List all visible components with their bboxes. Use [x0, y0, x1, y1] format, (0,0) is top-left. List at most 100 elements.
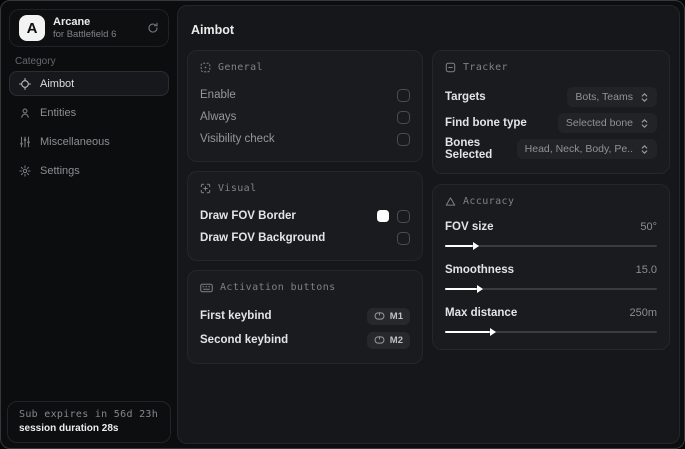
- max-distance-slider[interactable]: [445, 327, 657, 336]
- card-accuracy: Accuracy FOV size 50° Smoothness 15.0 Ma…: [432, 184, 670, 350]
- mouse-icon: [374, 312, 385, 320]
- main-panel: Aimbot General Enable Always Visibility …: [177, 5, 680, 444]
- first-keybind-button[interactable]: M1: [366, 307, 410, 325]
- setting-row-visibility-check: Visibility check: [200, 128, 410, 150]
- slider-value: 15.0: [635, 264, 657, 276]
- select-value: Bots, Teams: [575, 91, 633, 103]
- slider-group-fov-size: FOV size 50°: [445, 218, 657, 250]
- card-activation-header: Activation buttons: [200, 282, 410, 293]
- sidebar-item-label: Settings: [40, 164, 80, 177]
- sidebar-item-aimbot[interactable]: Aimbot: [9, 71, 169, 96]
- sidebar-item-label: Miscellaneous: [40, 135, 110, 148]
- card-visual: Visual Draw FOV Border Draw FOV Backgrou…: [187, 171, 423, 261]
- slider-fill: [445, 327, 495, 336]
- triangle-icon: [445, 196, 456, 207]
- person-icon: [19, 107, 31, 119]
- setting-label: Draw FOV Background: [200, 232, 326, 244]
- card-title: Activation buttons: [220, 282, 336, 293]
- sidebar-item-entities[interactable]: Entities: [9, 100, 169, 125]
- sidebar-nav: Aimbot Entities Miscellaneous Settings: [9, 71, 169, 187]
- visibility-check-checkbox[interactable]: [397, 132, 410, 146]
- slider-group-smoothness: Smoothness 15.0: [445, 261, 657, 293]
- slider-label: Max distance: [445, 307, 518, 319]
- crosshair-icon: [19, 77, 31, 90]
- app-logo: A: [19, 15, 45, 41]
- setting-row-second-keybind: Second keybind M2: [200, 328, 410, 352]
- mouse-icon: [374, 336, 385, 344]
- select-value: Selected bone: [565, 117, 633, 129]
- setting-label: Find bone type: [445, 117, 527, 129]
- card-title: General: [218, 62, 263, 73]
- keyboard-icon: [200, 283, 213, 293]
- enable-checkbox[interactable]: [397, 88, 410, 102]
- app-subtitle: for Battlefield 6: [53, 29, 117, 40]
- setting-row-always: Always: [200, 106, 410, 128]
- card-title: Tracker: [463, 62, 508, 73]
- fov-border-controls: [377, 209, 410, 223]
- keybind-value: M1: [389, 310, 403, 322]
- card-visual-header: Visual: [200, 183, 410, 194]
- subscription-box: Sub expires in 56d 23h session duration …: [7, 401, 171, 443]
- box-minus-icon: [445, 62, 456, 73]
- setting-label: Visibility check: [200, 133, 275, 145]
- slider-fill: [445, 241, 479, 250]
- setting-label: Targets: [445, 91, 486, 103]
- fov-size-slider[interactable]: [445, 241, 657, 250]
- sub-expires-text: Sub expires in 56d 23h: [19, 409, 159, 420]
- slider-value: 250m: [629, 307, 657, 319]
- select-value: Head, Neck, Body, Pe..: [524, 143, 633, 155]
- slider-value: 50°: [640, 221, 657, 233]
- app-titles: Arcane for Battlefield 6: [53, 16, 116, 40]
- grid-icon: [200, 62, 211, 73]
- card-accuracy-header: Accuracy: [445, 196, 657, 207]
- chevron-up-down-icon: [641, 92, 648, 102]
- card-tracker-header: Tracker: [445, 62, 657, 73]
- card-activation-buttons: Activation buttons First keybind M1 Seco…: [187, 270, 423, 364]
- setting-label: Second keybind: [200, 334, 289, 346]
- fov-background-checkbox[interactable]: [397, 231, 410, 245]
- left-column: General Enable Always Visibility check V…: [187, 50, 423, 364]
- refresh-icon[interactable]: [147, 22, 159, 34]
- setting-row-fov-border: Draw FOV Border: [200, 205, 410, 227]
- app-window: A Arcane for Battlefield 6 Category Aimb…: [0, 0, 685, 449]
- setting-row-find-bone-type: Find bone type Selected bone: [445, 110, 657, 136]
- app-name: Arcane: [53, 16, 91, 28]
- sidebar-item-miscellaneous[interactable]: Miscellaneous: [9, 129, 169, 154]
- sliders-icon: [19, 136, 31, 148]
- sidebar-item-settings[interactable]: Settings: [9, 158, 169, 183]
- smoothness-slider[interactable]: [445, 284, 657, 293]
- slider-label: FOV size: [445, 221, 494, 233]
- setting-label: Always: [200, 111, 237, 123]
- card-title: Visual: [218, 183, 257, 194]
- app-header: A Arcane for Battlefield 6: [9, 9, 169, 47]
- slider-group-max-distance: Max distance 250m: [445, 304, 657, 336]
- fov-border-color-swatch[interactable]: [377, 210, 389, 222]
- sidebar: A Arcane for Battlefield 6 Category Aimb…: [1, 1, 177, 448]
- second-keybind-button[interactable]: M2: [366, 331, 410, 349]
- chevron-up-down-icon: [641, 118, 648, 128]
- session-duration-text: session duration 28s: [19, 423, 119, 434]
- keybind-value: M2: [389, 334, 403, 346]
- always-checkbox[interactable]: [397, 110, 410, 124]
- slider-fill: [445, 284, 483, 293]
- chevron-up-down-icon: [641, 144, 648, 154]
- setting-label: Bones Selected: [445, 137, 493, 161]
- setting-label: Enable: [200, 89, 236, 101]
- category-label: Category: [15, 56, 56, 67]
- setting-row-targets: Targets Bots, Teams: [445, 84, 657, 110]
- find-bone-type-select[interactable]: Selected bone: [557, 113, 657, 133]
- setting-row-bones-selected: Bones Selected Head, Neck, Body, Pe..: [445, 136, 657, 162]
- setting-row-fov-background: Draw FOV Background: [200, 227, 410, 249]
- card-title: Accuracy: [463, 196, 515, 207]
- fov-border-checkbox[interactable]: [397, 209, 410, 223]
- setting-label: First keybind: [200, 310, 272, 322]
- sidebar-item-label: Aimbot: [40, 77, 75, 90]
- card-general-header: General: [200, 62, 410, 73]
- targets-select[interactable]: Bots, Teams: [567, 87, 657, 107]
- frame-plus-icon: [200, 183, 211, 194]
- setting-row-first-keybind: First keybind M1: [200, 304, 410, 328]
- setting-label: Draw FOV Border: [200, 210, 296, 222]
- page-title: Aimbot: [191, 23, 235, 37]
- card-tracker: Tracker Targets Bots, Teams Find bone ty…: [432, 50, 670, 174]
- bones-selected-select[interactable]: Head, Neck, Body, Pe..: [516, 139, 657, 159]
